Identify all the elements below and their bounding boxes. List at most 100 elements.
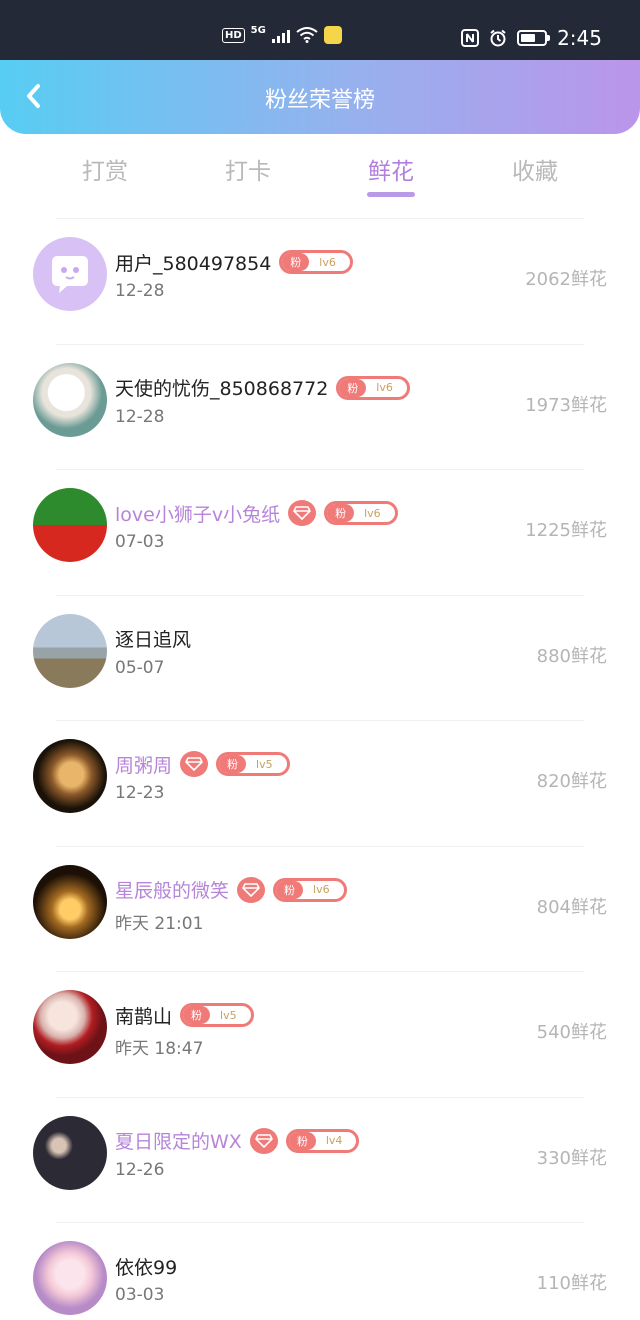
- page-header: 粉丝荣誉榜: [0, 60, 640, 134]
- fan-date: 05-07: [115, 657, 165, 678]
- candle-lights-avatar[interactable]: [33, 864, 107, 939]
- signal-icon: [271, 27, 290, 43]
- fan-level: lv6: [376, 381, 393, 394]
- fan-row[interactable]: 夏日限定的WX 粉 lv4 12-26 330鲜花: [33, 1096, 607, 1223]
- flower-count: 330鲜花: [536, 1147, 607, 1169]
- tab-bar: 打赏 打卡 鲜花 收藏: [0, 134, 640, 218]
- fan-level-badge: 粉 lv5: [216, 752, 290, 776]
- fan-name: 星辰般的微笑: [115, 880, 230, 902]
- fan-name: 逐日追风: [115, 629, 192, 651]
- status-bar: HD 5G 2:45: [0, 0, 640, 60]
- battery-icon: [517, 30, 551, 46]
- name-line: 夏日限定的WX 粉 lv4: [115, 1127, 360, 1154]
- fan-badge-label: 粉: [327, 504, 355, 522]
- 5g-label: 5G: [250, 24, 266, 36]
- name-line: 逐日追风: [115, 626, 191, 652]
- name-line: 周粥周 粉 lv5: [115, 751, 290, 777]
- fan-date: 12-28: [115, 281, 165, 301]
- name-line: 依依99: [115, 1253, 177, 1279]
- horse-landscape-avatar[interactable]: [33, 613, 107, 688]
- fan-row[interactable]: 周粥周 粉 lv5 12-23 820鲜花: [33, 720, 607, 846]
- fan-row[interactable]: 天使的忧伤_850868772 粉 lv6 12-28 1973鲜花: [33, 343, 607, 470]
- fan-level-badge: 粉 lv6: [273, 877, 347, 902]
- status-right-icons: 2:45: [461, 26, 602, 50]
- fan-row[interactable]: 逐日追风 05-07 880鲜花: [33, 594, 607, 721]
- nfc-icon: [461, 29, 480, 47]
- name-line: 南鹊山 粉 lv5: [115, 1002, 254, 1028]
- anime-girl-avatar[interactable]: [33, 1241, 107, 1315]
- fan-name: 天使的忧伤_850868772: [115, 378, 329, 400]
- fan-badge-label: 粉: [282, 253, 310, 271]
- name-line: 星辰般的微笑 粉 lv6: [115, 876, 347, 903]
- fan-badge-label: 粉: [276, 880, 304, 899]
- fan-level: lv4: [325, 1134, 343, 1147]
- fan-level-badge: 粉 lv6: [279, 250, 353, 274]
- fan-badge-label: 粉: [183, 1006, 211, 1024]
- chat-bubble-icon: [52, 256, 88, 293]
- chat-bubble-avatar[interactable]: [33, 237, 107, 311]
- fan-name: 夏日限定的WX: [115, 1131, 242, 1153]
- active-tab-indicator: [367, 192, 415, 197]
- vip-diamond-icon: [237, 876, 266, 903]
- fan-date: 昨天 21:01: [115, 913, 204, 934]
- flower-count: 110鲜花: [536, 1273, 607, 1294]
- fan-level-badge: 粉 lv4: [285, 1128, 360, 1153]
- tab-favorites[interactable]: 收藏: [475, 152, 595, 186]
- name-line: love小狮子v小兔纸 粉 lv6: [115, 500, 398, 526]
- flower-count: 2062鲜花: [525, 269, 607, 290]
- fan-level: lv6: [364, 506, 381, 520]
- fan-name: love小狮子v小兔纸: [115, 503, 281, 526]
- flower-count: 1973鲜花: [525, 394, 607, 416]
- wifi-icon: [296, 27, 318, 43]
- fan-level: lv5: [220, 1008, 237, 1022]
- fan-badge-label: 粉: [339, 378, 367, 397]
- alarm-icon: [490, 29, 506, 47]
- vip-diamond-icon: [249, 1127, 278, 1154]
- fan-row[interactable]: 依依99 03-03 110鲜花: [33, 1222, 607, 1320]
- fan-name: 南鹊山: [115, 1005, 173, 1028]
- flower-photo-avatar[interactable]: [33, 362, 107, 437]
- name-line: 用户_580497854 粉 lv6: [115, 249, 353, 275]
- fan-name: 周粥周: [115, 754, 173, 777]
- fan-level: lv5: [256, 757, 273, 771]
- flower-count: 880鲜花: [536, 645, 607, 667]
- flower-count: 804鲜花: [536, 896, 607, 918]
- fan-date: 03-03: [115, 1285, 165, 1305]
- fan-row[interactable]: love小狮子v小兔纸 粉 lv6 07-03 1225鲜花: [33, 469, 607, 595]
- name-line: 天使的忧伤_850868772 粉 lv6: [115, 375, 410, 401]
- fan-level: lv6: [313, 883, 330, 896]
- girl-portrait-avatar[interactable]: [33, 739, 107, 813]
- tab-checkin[interactable]: 打卡: [188, 152, 308, 186]
- fan-name: 依依99: [115, 1256, 178, 1279]
- two-men-avatar[interactable]: [33, 1115, 107, 1190]
- tab-reward[interactable]: 打赏: [45, 152, 165, 186]
- fan-level-badge: 粉 lv6: [324, 501, 398, 525]
- vip-diamond-icon: [180, 751, 209, 777]
- page-title: 粉丝荣誉榜: [264, 88, 375, 113]
- hd-icon: HD: [222, 27, 245, 43]
- app-notification-icon: [323, 26, 342, 44]
- fan-date: 昨天 18:47: [115, 1039, 204, 1059]
- fan-level-badge: 粉 lv6: [336, 375, 410, 400]
- green-red-avatar[interactable]: [33, 488, 107, 562]
- fan-date: 12-23: [115, 783, 165, 803]
- flower-count: 1225鲜花: [525, 520, 607, 541]
- fan-date: 12-28: [115, 406, 165, 427]
- fan-level: lv6: [319, 255, 336, 269]
- fan-row[interactable]: 星辰般的微笑 粉 lv6 昨天 21:01 804鲜花: [33, 845, 607, 972]
- clock-time: 2:45: [557, 26, 602, 50]
- fan-badge-label: 粉: [219, 755, 247, 773]
- flower-count: 820鲜花: [536, 771, 607, 792]
- fan-row[interactable]: 用户_580497854 粉 lv6 12-28 2062鲜花: [33, 218, 607, 344]
- fan-date: 12-26: [115, 1159, 165, 1180]
- fan-date: 07-03: [115, 532, 165, 552]
- fan-list: 用户_580497854 粉 lv6 12-28 2062鲜花 天使的忧伤_850…: [0, 218, 640, 1320]
- vip-diamond-icon: [288, 500, 317, 526]
- fan-badge-label: 粉: [288, 1131, 316, 1150]
- girl-red-cloak-avatar[interactable]: [33, 990, 107, 1064]
- fan-name: 用户_580497854: [115, 252, 272, 275]
- fan-level-badge: 粉 lv5: [180, 1003, 254, 1027]
- status-left-icons: HD 5G: [222, 24, 342, 44]
- tab-flowers[interactable]: 鲜花: [331, 152, 451, 186]
- fan-row[interactable]: 南鹊山 粉 lv5 昨天 18:47 540鲜花: [33, 971, 607, 1097]
